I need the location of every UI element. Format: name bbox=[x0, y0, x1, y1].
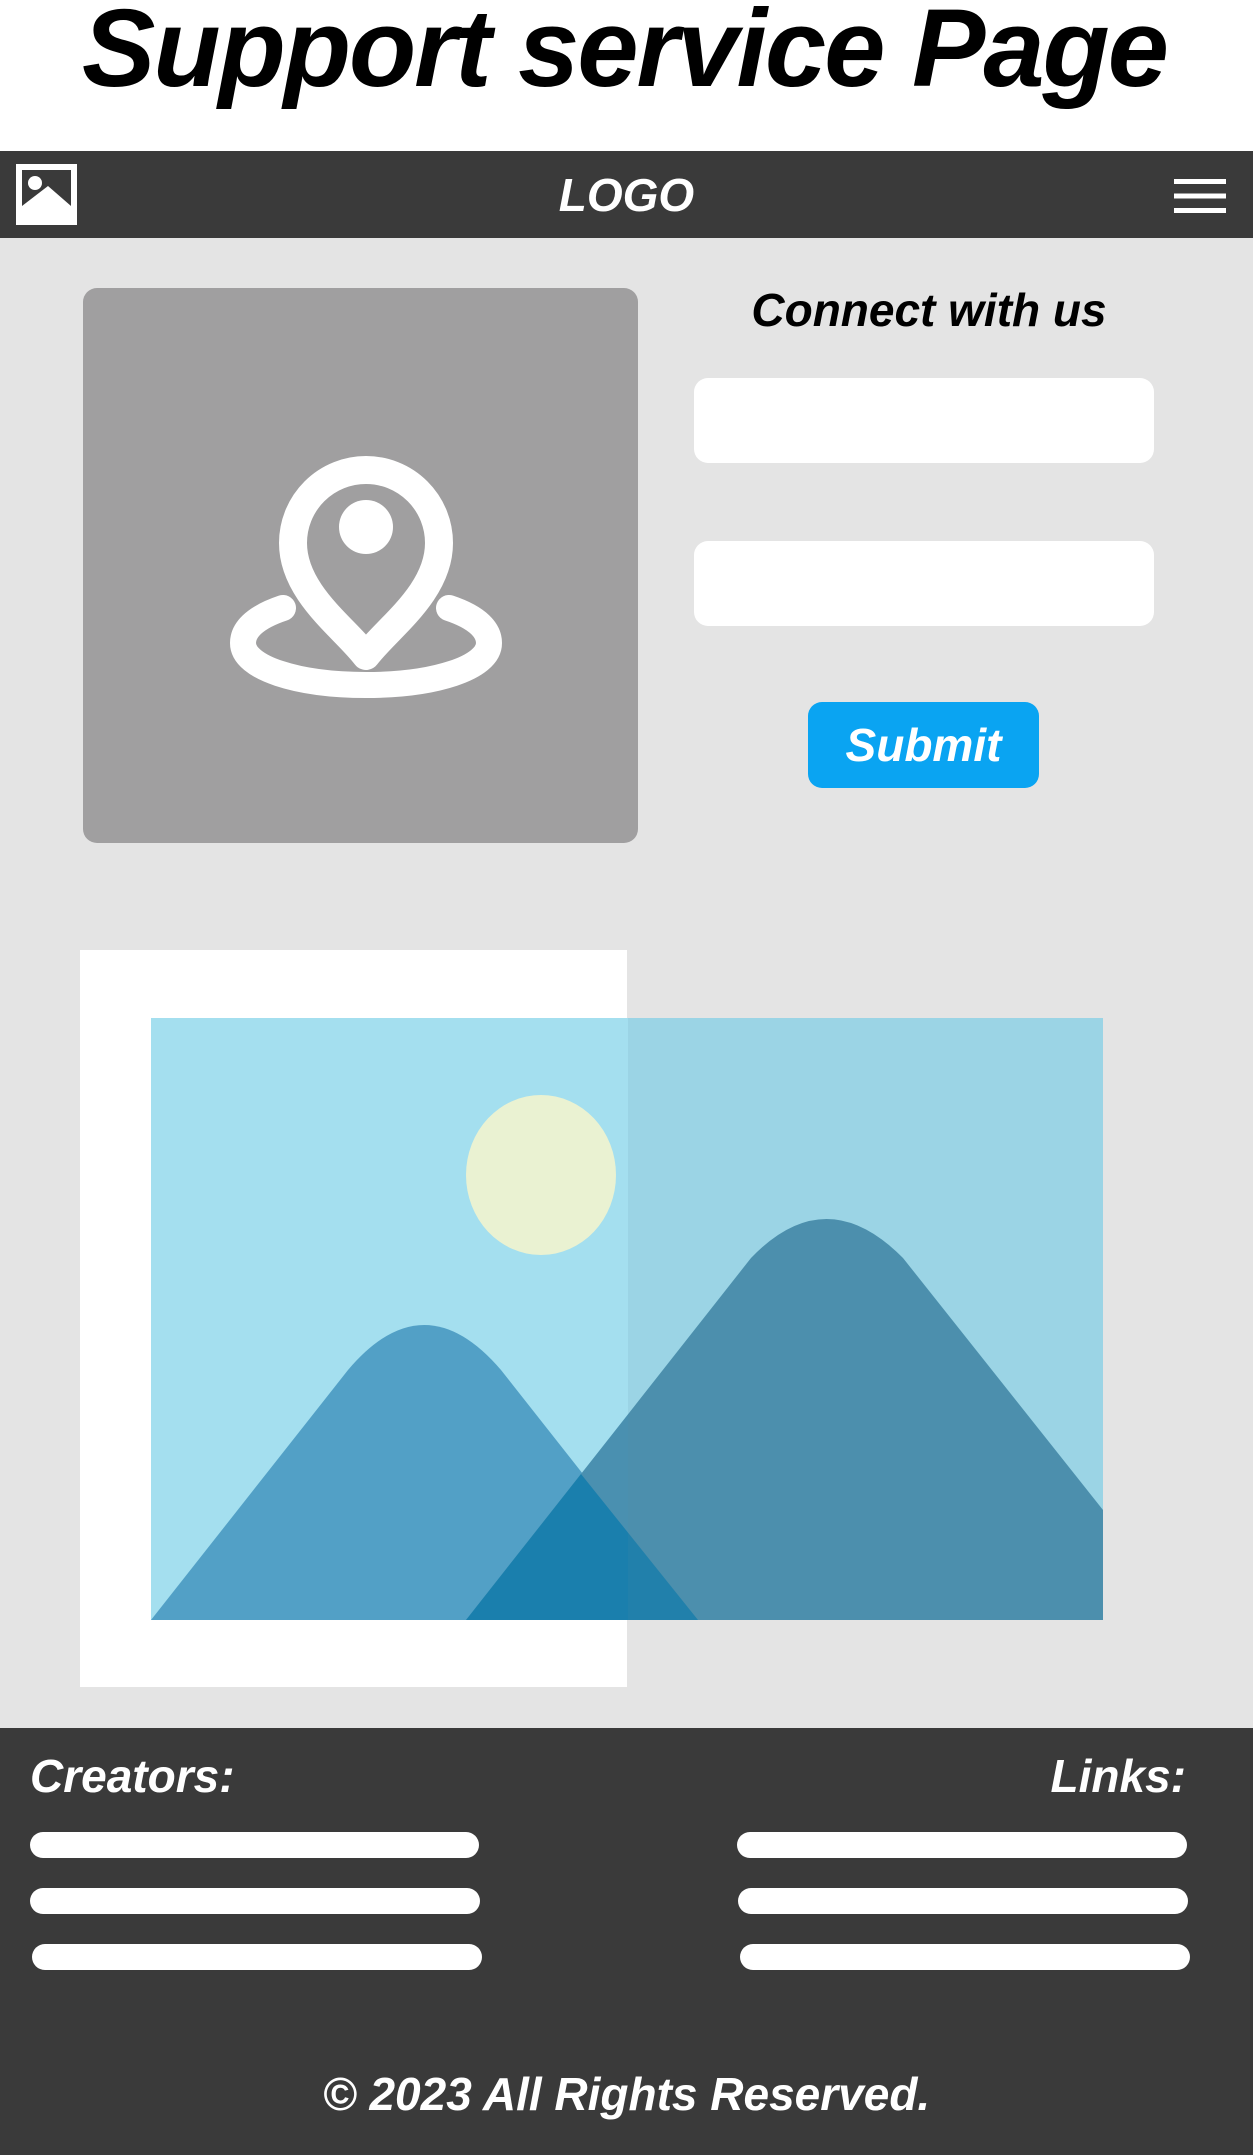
map-card bbox=[83, 288, 638, 843]
creator-line-placeholder bbox=[32, 1944, 482, 1970]
creator-line-placeholder bbox=[30, 1832, 479, 1858]
links-heading: Links: bbox=[1050, 1750, 1186, 1802]
copyright-text: © 2023 All Rights Reserved. bbox=[322, 2068, 931, 2120]
page-title: Support service Page bbox=[82, 0, 1169, 110]
contact-field-1[interactable] bbox=[694, 378, 1154, 463]
landscape-image-icon bbox=[151, 1018, 1103, 1620]
contact-field-2[interactable] bbox=[694, 541, 1154, 626]
link-line-placeholder[interactable] bbox=[737, 1832, 1187, 1858]
logo[interactable]: LOGO bbox=[0, 167, 1253, 223]
footer: Creators: Links: © 2023 All Rights Reser… bbox=[0, 1728, 1253, 2155]
link-line-placeholder[interactable] bbox=[740, 1944, 1190, 1970]
creator-line-placeholder bbox=[30, 1888, 480, 1914]
link-line-placeholder[interactable] bbox=[738, 1888, 1188, 1914]
location-pin-icon bbox=[229, 456, 503, 699]
hamburger-menu-icon[interactable] bbox=[1174, 178, 1226, 214]
top-navbar: LOGO bbox=[0, 151, 1253, 238]
creators-heading: Creators: bbox=[30, 1750, 235, 1802]
main-content: Connect with us Submit bbox=[0, 238, 1253, 1728]
submit-button[interactable]: Submit bbox=[808, 702, 1039, 788]
connect-heading: Connect with us bbox=[751, 284, 1107, 336]
